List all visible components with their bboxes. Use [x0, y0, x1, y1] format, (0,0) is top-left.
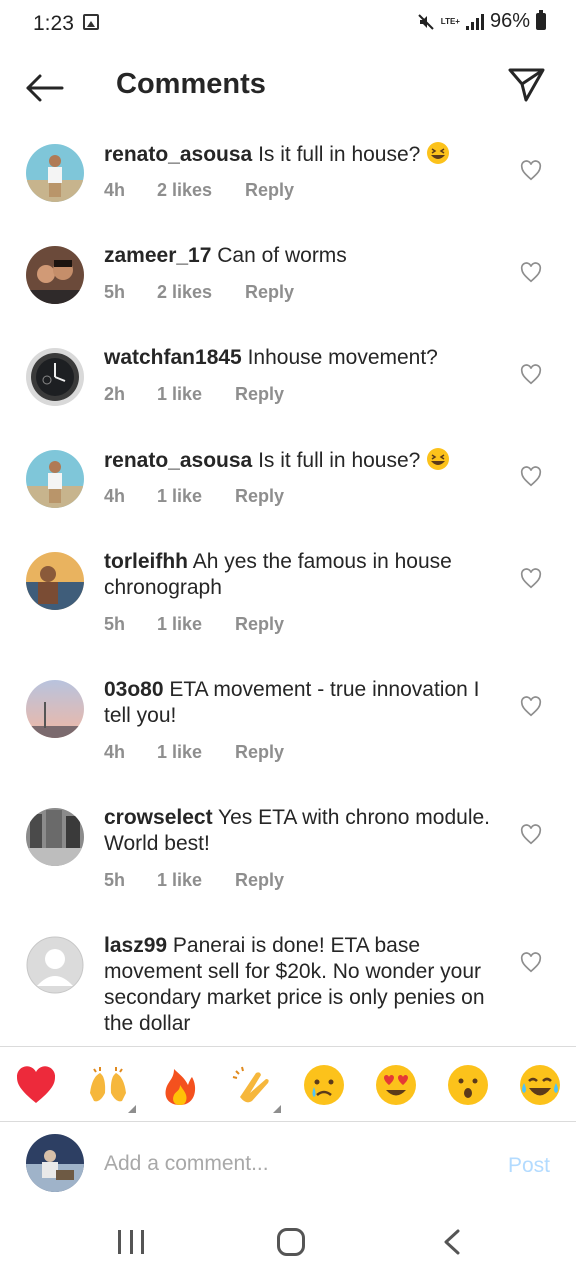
heart-eyes-emoji-icon[interactable] — [374, 1063, 418, 1107]
avatar[interactable] — [26, 144, 84, 202]
comment-age: 5h — [104, 282, 126, 302]
comment-meta: 5h 2 likes Reply — [104, 282, 294, 303]
like-heart-icon[interactable] — [520, 466, 542, 488]
comment-age: 4h — [104, 742, 126, 762]
reply-button[interactable]: Reply — [235, 486, 284, 507]
comments-list[interactable]: renato_asousa Is it full in house? 4h 2 … — [0, 128, 576, 1046]
recent-apps-icon[interactable] — [118, 1230, 144, 1254]
comment-username[interactable]: 03o80 — [104, 678, 164, 701]
comment-content: Inhouse movement? — [247, 346, 438, 369]
emoji-quick-bar — [0, 1046, 576, 1122]
red-heart-emoji-icon[interactable] — [14, 1063, 58, 1107]
comment-age: 5h — [104, 614, 126, 634]
reply-button[interactable]: Reply — [235, 870, 284, 891]
comment-age: 4h — [104, 486, 126, 506]
avatar[interactable] — [26, 552, 84, 610]
like-heart-icon[interactable] — [520, 952, 542, 974]
surprised-face-emoji-icon[interactable] — [446, 1063, 490, 1107]
comment-meta: 5h 1 like Reply — [104, 870, 284, 891]
post-button[interactable]: Post — [508, 1154, 550, 1178]
mute-icon — [418, 13, 434, 30]
crying-face-emoji-icon[interactable] — [302, 1063, 346, 1107]
battery-icon — [536, 10, 546, 30]
my-avatar — [26, 1134, 84, 1192]
avatar[interactable] — [26, 680, 84, 738]
comment-meta: 2h 1 like Reply — [104, 384, 284, 405]
comment-meta: 4h 1 like Reply — [104, 742, 284, 763]
comment-content: Can of worms — [217, 244, 347, 267]
comment-likes[interactable]: 1 like — [157, 742, 235, 763]
comment-text: watchfan1845 Inhouse movement? — [104, 345, 499, 371]
avatar[interactable] — [26, 808, 84, 866]
comment-text: renato_asousa Is it full in house? — [104, 447, 499, 474]
comment-text: renato_asousa Is it full in house? — [104, 141, 499, 168]
avatar[interactable] — [26, 450, 84, 508]
raising-hands-emoji-icon[interactable] — [86, 1063, 130, 1107]
comment-text: torleifhh Ah yes the famous in house chr… — [104, 549, 499, 601]
comment-username[interactable]: watchfan1845 — [104, 346, 242, 369]
like-heart-icon[interactable] — [520, 568, 542, 590]
comment-input[interactable] — [104, 1144, 474, 1184]
like-heart-icon[interactable] — [520, 696, 542, 718]
comment-content: Is it full in house? — [258, 449, 421, 472]
reply-button[interactable]: Reply — [235, 742, 284, 763]
clapping-hands-emoji-icon[interactable] — [230, 1063, 274, 1107]
skin-tone-caret-icon[interactable] — [128, 1105, 136, 1113]
comment-meta: 4h 2 likes Reply — [104, 180, 294, 201]
comment-likes[interactable]: 1 like — [157, 486, 235, 507]
comment-age: 5h — [104, 870, 126, 890]
comment-username[interactable]: renato_asousa — [104, 143, 252, 166]
battery-percent: 96% — [489, 10, 530, 32]
system-nav-bar — [0, 1208, 576, 1280]
status-time: 1:23 — [33, 12, 74, 35]
back-arrow-icon[interactable] — [24, 68, 64, 108]
gallery-notification-icon — [83, 14, 99, 30]
comment-age: 2h — [104, 384, 126, 404]
comment-content: Is it full in house? — [258, 143, 421, 166]
avatar[interactable] — [26, 246, 84, 304]
like-heart-icon[interactable] — [520, 364, 542, 386]
status-bar: 1:23 LTE+ 96% — [0, 0, 576, 48]
comment-username[interactable]: zameer_17 — [104, 244, 211, 267]
comment-likes[interactable]: 1 like — [157, 614, 235, 635]
comment-likes[interactable]: 1 like — [157, 870, 235, 891]
header: Comments — [0, 56, 576, 116]
grinning-squint-emoji-icon — [427, 142, 450, 164]
comment-text: 03o80 ETA movement - true innovation I t… — [104, 677, 499, 729]
like-heart-icon[interactable] — [520, 160, 542, 182]
home-icon[interactable] — [277, 1228, 305, 1256]
like-heart-icon[interactable] — [520, 262, 542, 284]
comment-username[interactable]: torleifhh — [104, 550, 188, 573]
comment-text: lasz99 Panerai is done! ETA base movemen… — [104, 933, 499, 1037]
comment-username[interactable]: lasz99 — [104, 934, 167, 957]
comment-text: crowselect Yes ETA with chrono module. W… — [104, 805, 499, 857]
comment-meta: 5h 1 like Reply — [104, 614, 284, 635]
comment-likes[interactable]: 1 like — [157, 384, 235, 405]
like-heart-icon[interactable] — [520, 824, 542, 846]
comment-composer: Post — [0, 1122, 576, 1208]
reply-button[interactable]: Reply — [245, 282, 294, 303]
comment-likes[interactable]: 2 likes — [157, 282, 245, 303]
tears-of-joy-emoji-icon[interactable] — [518, 1063, 562, 1107]
fire-emoji-icon[interactable] — [158, 1063, 202, 1107]
lte-indicator: LTE+ — [440, 17, 460, 26]
comment-age: 4h — [104, 180, 126, 200]
comment-text: zameer_17 Can of worms — [104, 243, 499, 269]
reply-button[interactable]: Reply — [245, 180, 294, 201]
page-title: Comments — [116, 68, 266, 100]
comment-username[interactable]: crowselect — [104, 806, 213, 829]
grinning-squint-emoji-icon — [427, 448, 450, 470]
skin-tone-caret-icon[interactable] — [273, 1105, 281, 1113]
avatar[interactable] — [26, 348, 84, 406]
comment-likes[interactable]: 2 likes — [157, 180, 245, 201]
signal-icon — [465, 13, 484, 30]
comment-meta: 4h 1 like Reply — [104, 486, 284, 507]
avatar[interactable] — [26, 936, 84, 994]
reply-button[interactable]: Reply — [235, 614, 284, 635]
share-send-icon[interactable] — [506, 64, 546, 104]
comment-username[interactable]: renato_asousa — [104, 449, 252, 472]
system-back-icon[interactable] — [440, 1228, 464, 1256]
status-right: LTE+ 96% — [417, 10, 546, 33]
reply-button[interactable]: Reply — [235, 384, 284, 405]
